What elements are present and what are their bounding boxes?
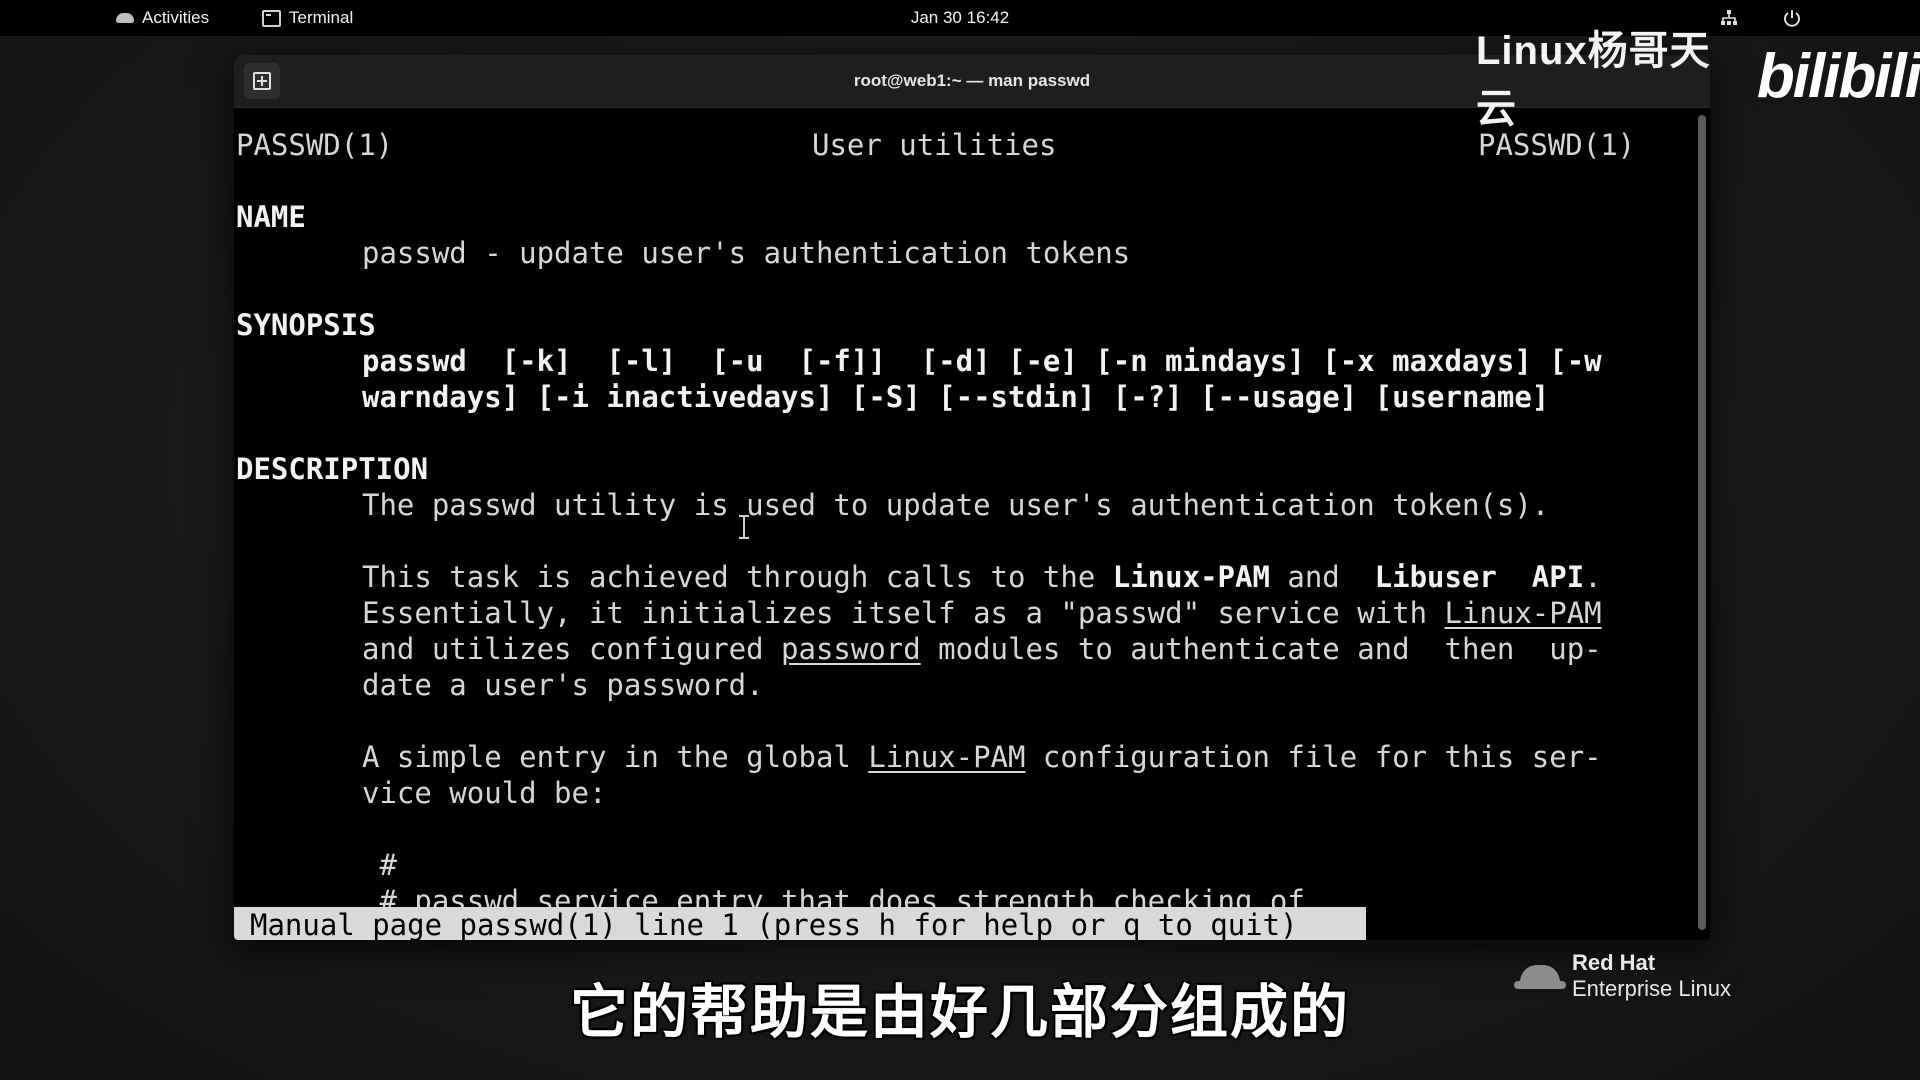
underlined-password: password: [781, 632, 921, 666]
text-span: and: [1269, 560, 1375, 594]
text-span: configuration file for this ser-: [1025, 740, 1602, 774]
description-p3-line-1: A simple entry in the global Linux-PAM c…: [362, 739, 1602, 775]
terminal-window: root@web1:~ — man passwd PASSWD(1) User …: [234, 55, 1710, 940]
terminal-icon: [262, 9, 281, 27]
channel-watermark: Linux杨哥天云 bilibili: [1476, 29, 1920, 131]
underlined-linux-pam: Linux-PAM: [1444, 596, 1602, 630]
text-span: A simple entry in the global: [362, 740, 869, 774]
man-status-bar: Manual page passwd(1) line 1 (press h fo…: [234, 907, 1366, 940]
terminal-content[interactable]: PASSWD(1) User utilities PASSWD(1) NAME …: [234, 107, 1694, 940]
code-line-1: #: [362, 848, 397, 882]
description-p2-line-3: and utilizes configured password modules…: [362, 631, 1602, 667]
description-p2-line-1: This task is achieved through calls to t…: [362, 559, 1602, 595]
section-name-heading: NAME: [236, 200, 306, 234]
text-span: This task is achieved through calls to t…: [362, 560, 1113, 594]
description-p2-line-2: Essentially, it initializes itself as a …: [362, 595, 1602, 631]
description-p1: The passwd utility is used to update use…: [362, 488, 1550, 522]
activities-label: Activities: [142, 8, 210, 27]
bold-libuser-api: Libuser API: [1374, 560, 1585, 594]
text-cursor-icon: [736, 515, 750, 539]
text-span: .: [1584, 560, 1602, 594]
underlined-linux-pam: Linux-PAM: [868, 740, 1026, 774]
app-menu-terminal[interactable]: Terminal: [262, 0, 353, 36]
video-subtitle: 它的帮助是由好几部分组成的: [569, 980, 1350, 1045]
channel-name: Linux杨哥天云: [1476, 29, 1711, 131]
man-header-center: User utilities: [812, 128, 1057, 162]
section-synopsis-heading: SYNOPSIS: [236, 308, 376, 342]
new-tab-button[interactable]: [244, 63, 280, 99]
new-tab-icon: [253, 72, 271, 90]
activities-button[interactable]: Activities: [116, 0, 209, 36]
power-icon[interactable]: [1782, 0, 1802, 36]
terminal-scrollbar[interactable]: [1698, 115, 1706, 930]
description-p2-line-4: date a user's password.: [362, 668, 764, 702]
name-line: passwd - update user's authentication to…: [362, 236, 1131, 270]
man-header-left: PASSWD(1): [236, 128, 394, 162]
app-menu-label: Terminal: [289, 8, 354, 27]
redhat-hat-icon: [116, 13, 134, 23]
bilibili-logo: bilibili: [1756, 41, 1920, 111]
bold-linux-pam: Linux-PAM: [1112, 560, 1270, 594]
text-span: and utilizes configured: [362, 632, 782, 666]
synopsis-line-1: passwd [-k] [-l] [-u [-f]] [-d] [-e] [-n…: [362, 344, 1602, 378]
synopsis-line-2: warndays] [-i inactivedays] [-S] [--stdi…: [362, 380, 1550, 414]
section-description-heading: DESCRIPTION: [236, 452, 429, 486]
clock[interactable]: Jan 30 16:42: [911, 8, 1009, 28]
description-p3-line-2: vice would be:: [362, 776, 607, 810]
text-span: Essentially, it initializes itself as a …: [362, 596, 1445, 630]
text-span: modules to authenticate and then up-: [920, 632, 1602, 666]
